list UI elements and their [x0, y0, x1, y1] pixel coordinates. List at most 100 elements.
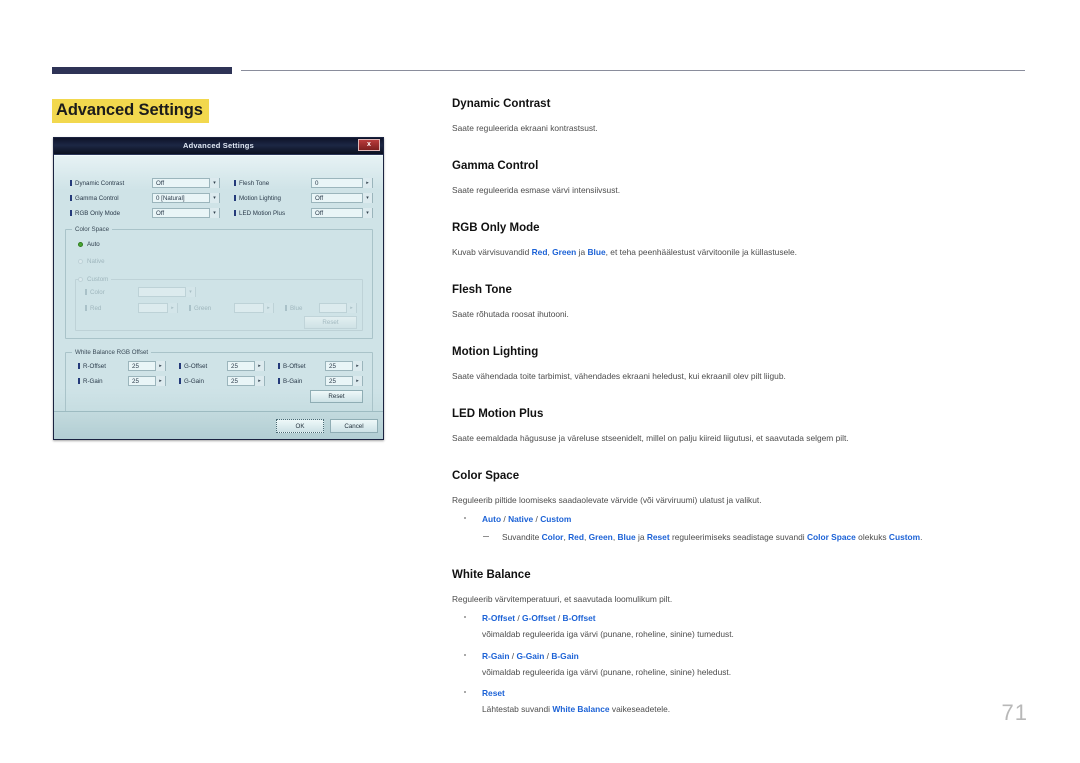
- dialog-select-led-motion-plus[interactable]: Off ▾: [311, 208, 373, 218]
- heading-gamma-control: Gamma Control: [452, 159, 539, 172]
- heading-motion-lighting: Motion Lighting: [452, 345, 539, 358]
- text-fragment: Suvandite: [502, 532, 542, 543]
- chevron-down-icon[interactable]: ▸: [362, 178, 372, 188]
- token-color: Color: [541, 532, 564, 543]
- heading-led-motion-plus: LED Motion Plus: [452, 407, 544, 420]
- dialog-label-g-gain: G-Gain: [179, 378, 204, 385]
- dialog-label-gamma-control: Gamma Control: [70, 195, 119, 202]
- bullet-dot-icon: [464, 653, 466, 656]
- chevron-down-icon[interactable]: ▾: [209, 193, 219, 203]
- bullet-list-color-space: Auto / Native / Custom Suvandite Color, …: [452, 513, 1027, 543]
- dialog-select-motion-lighting[interactable]: Off ▾: [311, 193, 373, 203]
- text-fragment: vaikeseadetele.: [609, 704, 671, 715]
- dialog-label-rgb-only-mode: RGB Only Mode: [70, 210, 120, 217]
- token-blue: Blue: [587, 246, 606, 257]
- dialog-title-text: Advanced Settings: [183, 141, 254, 150]
- dialog-label-custom-red: Red: [85, 305, 101, 312]
- dialog-button-white-balance-reset[interactable]: Reset: [310, 390, 363, 403]
- text-fragment: , et teha peenhäälestust värvitoonile ja…: [605, 246, 798, 257]
- dialog-select-custom-green[interactable]: ▸: [234, 303, 274, 313]
- list-item-sub: Suvandite Color, Red, Green, Blue ja Res…: [452, 531, 1027, 543]
- list-item-description: võimaldab reguleerida iga värvi (punane,…: [482, 629, 734, 640]
- dialog-stepper-b-gain[interactable]: 25 ▸: [325, 376, 363, 386]
- chevron-down-icon[interactable]: ▾: [362, 193, 372, 203]
- dialog-stepper-r-offset[interactable]: 25 ▸: [128, 361, 166, 371]
- chevron-down-icon[interactable]: ▸: [346, 303, 356, 313]
- dialog-label-r-gain: R-Gain: [78, 378, 103, 385]
- text-fragment: Kuvab värvisuvandid: [452, 246, 532, 257]
- dialog-stepper-g-gain[interactable]: 25 ▸: [227, 376, 265, 386]
- dialog-stepper-r-gain[interactable]: 25 ▸: [128, 376, 166, 386]
- dialog-label-custom-color: Color: [85, 289, 105, 296]
- token-g-offset: G-Offset: [522, 613, 556, 624]
- dialog-radio-native[interactable]: Native: [78, 258, 105, 265]
- manual-page: Advanced Settings Advanced Settings x Dy…: [0, 0, 1080, 763]
- dialog-select-rgb-only-mode[interactable]: Off ▾: [152, 208, 220, 218]
- heading-white-balance: White Balance: [452, 569, 531, 582]
- dialog-radio-custom[interactable]: Custom: [78, 276, 112, 283]
- page-number: 71: [1001, 700, 1028, 725]
- token-green: Green: [552, 246, 577, 257]
- cancel-button[interactable]: Cancel: [330, 419, 378, 433]
- dialog-select-custom-color[interactable]: ▾: [138, 287, 196, 297]
- close-icon[interactable]: x: [358, 139, 380, 151]
- body-white-balance: Reguleerib värvitemperatuuri, et saavuta…: [452, 594, 673, 605]
- token-r-offset: R-Offset: [482, 613, 516, 624]
- dialog-radio-auto[interactable]: Auto: [78, 241, 100, 248]
- text-fragment: ja: [576, 246, 588, 257]
- chevron-right-icon[interactable]: ▸: [155, 376, 165, 386]
- list-item: Reset: [452, 687, 1027, 699]
- dialog-group-title-white-balance: White Balance RGB Offset: [72, 349, 152, 356]
- body-gamma-control: Saate reguleerida esmase värvi intensiiv…: [452, 184, 621, 195]
- dialog-label-custom-green: Green: [189, 305, 211, 312]
- bullet-dot-icon: [464, 616, 466, 619]
- token-color-space: Color Space: [806, 532, 856, 543]
- chevron-down-icon[interactable]: ▾: [185, 287, 195, 297]
- token-auto: Auto: [482, 513, 502, 524]
- chevron-right-icon[interactable]: ▸: [352, 361, 362, 371]
- heading-dynamic-contrast: Dynamic Contrast: [452, 98, 551, 110]
- dialog-label-motion-lighting: Motion Lighting: [234, 195, 281, 202]
- text-fragment: ja: [635, 532, 647, 543]
- chevron-right-icon[interactable]: ▸: [254, 376, 264, 386]
- ok-button[interactable]: OK: [276, 419, 324, 433]
- body-dynamic-contrast: Saate reguleerida ekraani kontrastsust.: [452, 122, 598, 133]
- heading-color-space: Color Space: [452, 469, 520, 482]
- token-b-offset: B-Offset: [562, 613, 596, 624]
- radio-dot-icon: [78, 242, 83, 247]
- body-motion-lighting: Saate vähendada toite tarbimist, vähenda…: [452, 370, 786, 381]
- list-item-description: Lähtestab suvandi White Balance vaikesea…: [452, 703, 1027, 715]
- dialog-stepper-g-offset[interactable]: 25 ▸: [227, 361, 265, 371]
- dialog-group-color-space: Color Space Auto Native Custom Color ▾ R…: [65, 226, 373, 339]
- body-flesh-tone: Saate rõhutada roosat ihutooni.: [452, 308, 569, 319]
- chevron-down-icon[interactable]: ▾: [209, 208, 219, 218]
- token-reset: Reset: [646, 532, 670, 543]
- dialog-select-custom-red[interactable]: ▸: [138, 303, 178, 313]
- dialog-group-title-color-space: Color Space: [72, 226, 113, 233]
- dialog-label-r-offset: R-Offset: [78, 363, 106, 370]
- dialog-label-b-gain: B-Gain: [278, 378, 302, 385]
- dialog-select-custom-blue[interactable]: ▸: [319, 303, 357, 313]
- chevron-down-icon[interactable]: ▸: [167, 303, 177, 313]
- text-fragment: Lähtestab suvandi: [482, 704, 553, 715]
- chevron-right-icon[interactable]: ▸: [155, 361, 165, 371]
- dialog-button-custom-reset[interactable]: Reset: [304, 316, 357, 329]
- header-rule-thick: [52, 67, 232, 74]
- dialog-label-dynamic-contrast: Dynamic Contrast: [70, 180, 124, 187]
- dialog-label-flesh-tone: Flesh Tone: [234, 180, 269, 187]
- token-b-gain: B-Gain: [551, 650, 579, 661]
- dialog-select-gamma-control[interactable]: 0 [Natural] ▾: [152, 193, 220, 203]
- chevron-right-icon[interactable]: ▸: [352, 376, 362, 386]
- dialog-title-bar: Advanced Settings x: [54, 138, 383, 155]
- bullet-dot-icon: [464, 691, 466, 693]
- chevron-right-icon[interactable]: ▸: [254, 361, 264, 371]
- list-item: Auto / Native / Custom: [452, 513, 1027, 525]
- dialog-select-dynamic-contrast[interactable]: Off ▾: [152, 178, 220, 188]
- chevron-down-icon[interactable]: ▸: [263, 303, 273, 313]
- token-custom: Custom: [540, 513, 572, 524]
- token-red: Red: [568, 532, 584, 543]
- chevron-down-icon[interactable]: ▾: [362, 208, 372, 218]
- dialog-stepper-b-offset[interactable]: 25 ▸: [325, 361, 363, 371]
- dialog-select-flesh-tone[interactable]: 0 ▸: [311, 178, 373, 188]
- chevron-down-icon[interactable]: ▾: [209, 178, 219, 188]
